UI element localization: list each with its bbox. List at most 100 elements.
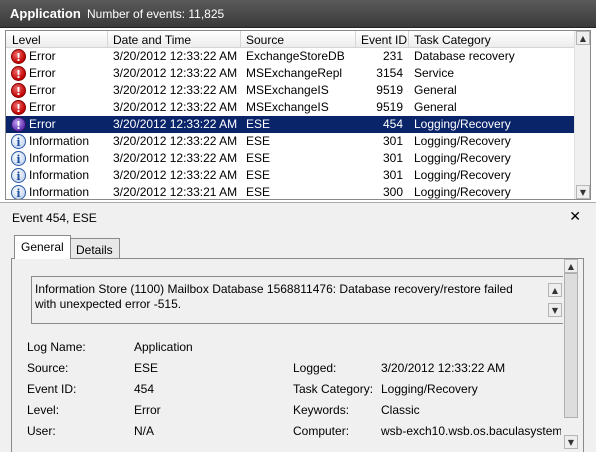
user-label: User: xyxy=(27,424,56,438)
column-header-source[interactable]: Source xyxy=(246,33,284,48)
table-row[interactable]: ! Error 3/20/2012 12:33:22 AM ESE 454 Logging… xyxy=(6,116,574,133)
row-date-time: 3/20/2012 12:33:22 AM xyxy=(113,134,238,148)
table-row[interactable]: i Information 3/20/2012 12:33:22 AM ESE 301 L… xyxy=(6,167,574,184)
row-task-category: Service xyxy=(414,66,455,80)
task-category-value: Logging/Recovery xyxy=(381,382,478,396)
table-row[interactable]: ! Error 3/20/2012 12:33:22 AM MSExchangeIS 9… xyxy=(6,99,574,116)
row-level: Information xyxy=(29,134,90,148)
event-details-title: Event 454, ESE xyxy=(12,211,97,225)
logged-label: Logged: xyxy=(293,361,337,375)
table-row[interactable]: i Information 3/20/2012 12:33:21 AM ESE 300 L… xyxy=(6,184,574,199)
computer-value: wsb-exch10.wsb.os.baculasystems xyxy=(381,424,561,438)
message-scroll-down-icon[interactable]: ▼ xyxy=(548,303,562,317)
table-row[interactable]: ! Error 3/20/2012 12:33:22 AM MSExchangeRep… xyxy=(6,65,574,82)
event-id-value: 454 xyxy=(134,382,155,396)
row-event-id: 231 xyxy=(382,49,403,63)
user-value: N/A xyxy=(134,424,155,438)
error-icon: ! xyxy=(11,66,26,81)
keywords-label: Keywords: xyxy=(293,403,350,417)
column-header-level[interactable]: Level xyxy=(12,33,41,48)
row-level: Error xyxy=(29,49,56,63)
row-event-id: 301 xyxy=(382,168,403,182)
column-header-date-time[interactable]: Date and Time xyxy=(113,33,191,48)
message-scroll-up-icon[interactable]: ▲ xyxy=(548,283,562,297)
row-date-time: 3/20/2012 12:33:21 AM xyxy=(113,185,238,199)
event-count: Number of events: 11,825 xyxy=(87,7,225,21)
row-task-category: Database recovery xyxy=(414,49,515,63)
details-scrollbar[interactable]: ▲ ▼ xyxy=(563,259,580,452)
log-name-value: Application xyxy=(134,340,193,354)
source-label: Source: xyxy=(27,361,69,375)
log-name-label: Log Name: xyxy=(27,340,86,354)
column-header-event-id[interactable]: Event ID xyxy=(361,33,407,48)
row-level: Error xyxy=(29,66,56,80)
row-date-time: 3/20/2012 12:33:22 AM xyxy=(113,66,238,80)
row-source: ESE xyxy=(246,134,271,148)
event-id-label: Event ID: xyxy=(27,382,77,396)
row-date-time: 3/20/2012 12:33:22 AM xyxy=(113,117,238,131)
keywords-value: Classic xyxy=(381,403,420,417)
row-event-id: 9519 xyxy=(376,83,403,97)
row-level: Error xyxy=(29,100,56,114)
row-task-category: General xyxy=(414,100,457,114)
row-source: ESE xyxy=(246,117,271,131)
row-task-category: Logging/Recovery xyxy=(414,168,511,182)
error-icon: ! xyxy=(11,117,26,132)
level-label: Level: xyxy=(27,403,60,417)
event-list[interactable]: Level Date and Time Source Event ID Task… xyxy=(5,30,591,200)
level-value: Error xyxy=(134,403,161,417)
row-task-category: Logging/Recovery xyxy=(414,185,511,199)
scroll-up-icon[interactable]: ▲ xyxy=(576,31,590,45)
event-list-scrollbar[interactable]: ▲ ▼ xyxy=(574,31,590,199)
event-details-pane: Event 454, ESE ✕ General Details Informa… xyxy=(0,202,596,452)
log-title: Application xyxy=(10,6,81,21)
row-event-id: 301 xyxy=(382,134,403,148)
information-icon: i xyxy=(11,185,26,199)
row-source: ESE xyxy=(246,168,271,182)
source-value: ESE xyxy=(134,361,159,375)
row-task-category: Logging/Recovery xyxy=(414,151,511,165)
table-row[interactable]: ! Error 3/20/2012 12:33:22 AM ExchangeStore… xyxy=(6,48,574,65)
table-row[interactable]: ! Error 3/20/2012 12:33:22 AM MSExchangeIS 9… xyxy=(6,82,574,99)
row-event-id: 3154 xyxy=(376,66,403,80)
log-title-bar: Application Number of events: 11,825 xyxy=(0,0,596,28)
row-date-time: 3/20/2012 12:33:22 AM xyxy=(113,168,238,182)
column-header-task-category[interactable]: Task Category xyxy=(414,33,491,48)
details-scroll-up-icon[interactable]: ▲ xyxy=(564,259,578,273)
column-header-row: Level Date and Time Source Event ID Task… xyxy=(6,31,574,48)
row-date-time: 3/20/2012 12:33:22 AM xyxy=(113,100,238,114)
row-level: Error xyxy=(29,83,56,97)
information-icon: i xyxy=(11,151,26,166)
tab-details[interactable]: Details xyxy=(69,238,120,260)
row-source: MSExchangeIS xyxy=(246,83,329,97)
row-source: ExchangeStoreDB xyxy=(246,49,345,63)
row-source: MSExchangeRepl xyxy=(246,66,343,80)
scroll-down-icon[interactable]: ▼ xyxy=(576,185,590,199)
tab-general[interactable]: General xyxy=(14,235,71,259)
information-icon: i xyxy=(11,168,26,183)
task-category-label: Task Category: xyxy=(293,382,374,396)
table-row[interactable]: i Information 3/20/2012 12:33:22 AM ESE 301 L… xyxy=(6,150,574,167)
close-icon[interactable]: ✕ xyxy=(569,208,581,225)
row-date-time: 3/20/2012 12:33:22 AM xyxy=(113,151,238,165)
row-event-id: 300 xyxy=(382,185,403,199)
details-scroll-down-icon[interactable]: ▼ xyxy=(564,435,578,449)
row-source: ESE xyxy=(246,151,271,165)
error-icon: ! xyxy=(11,49,26,64)
event-message-box[interactable]: Information Store (1100) Mailbox Databas… xyxy=(31,276,565,324)
row-date-time: 3/20/2012 12:33:22 AM xyxy=(113,49,238,63)
row-level: Error xyxy=(29,117,56,131)
row-level: Information xyxy=(29,168,90,182)
row-task-category: Logging/Recovery xyxy=(414,134,511,148)
row-task-category: General xyxy=(414,83,457,97)
table-row[interactable]: i Information 3/20/2012 12:33:22 AM ESE 301 L… xyxy=(6,133,574,150)
information-icon: i xyxy=(11,134,26,149)
error-icon: ! xyxy=(11,83,26,98)
message-scrollbar[interactable]: ▲ ▼ xyxy=(547,277,564,323)
computer-label: Computer: xyxy=(293,424,350,438)
event-message: Information Store (1100) Mailbox Databas… xyxy=(35,282,513,311)
details-scroll-thumb[interactable] xyxy=(564,273,578,418)
row-task-category: Logging/Recovery xyxy=(414,117,511,131)
row-event-id: 9519 xyxy=(376,100,403,114)
logged-value: 3/20/2012 12:33:22 AM xyxy=(381,361,506,375)
